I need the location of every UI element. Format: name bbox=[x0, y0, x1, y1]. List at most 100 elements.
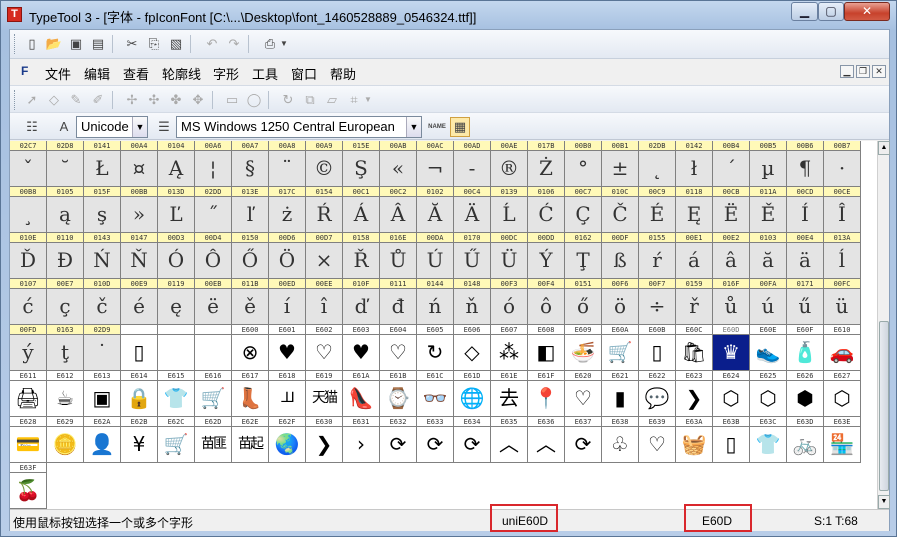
toolbar-grip[interactable] bbox=[14, 90, 17, 110]
glyph-cell[interactable]: E633 ⟳ bbox=[417, 417, 454, 463]
glyph-cell[interactable]: 0158 Ř bbox=[343, 233, 380, 279]
glyph-cell[interactable]: E63E 🏪 bbox=[824, 417, 861, 463]
glyph-cell[interactable]: 0155 ŕ bbox=[639, 233, 676, 279]
glyph-cell[interactable]: 00F3 ó bbox=[491, 279, 528, 325]
glyph-cell[interactable]: 0144 ń bbox=[417, 279, 454, 325]
glyph-cell[interactable]: E63F 🍒 bbox=[10, 463, 47, 509]
encoding-icon[interactable]: A bbox=[54, 117, 74, 137]
glyph-cell[interactable] bbox=[195, 325, 232, 371]
glyph-cell[interactable]: E615 👕 bbox=[158, 371, 195, 417]
glyph-cell[interactable]: 00E7 ç bbox=[47, 279, 84, 325]
glyph-cell[interactable]: 00B7 · bbox=[824, 141, 861, 187]
glyph-cell[interactable]: 0118 Ę bbox=[676, 187, 713, 233]
glyph-cell[interactable]: E611 🖨 bbox=[10, 371, 47, 417]
glyph-cell[interactable]: 00AE ® bbox=[491, 141, 528, 187]
glyph-cell[interactable]: 0111 đ bbox=[380, 279, 417, 325]
glyph-cell[interactable]: E617 👢 bbox=[232, 371, 269, 417]
glyph-cell[interactable]: 00DC Ü bbox=[491, 233, 528, 279]
menu-glyph[interactable]: 字形 bbox=[213, 64, 239, 83]
glyph-cell[interactable]: 015F ş bbox=[84, 187, 121, 233]
maximize-button[interactable]: ▢ bbox=[818, 2, 844, 21]
glyph-cell[interactable]: E62E 苗起 bbox=[232, 417, 269, 463]
glyph-cell[interactable]: E63B ▯ bbox=[713, 417, 750, 463]
glyph-cell[interactable]: 00C4 Ä bbox=[454, 187, 491, 233]
transform-dropdown-icon[interactable]: ▼ bbox=[362, 90, 374, 110]
glyph-cell[interactable]: 00F7 ÷ bbox=[639, 279, 676, 325]
glyph-cell[interactable]: E61E 去 bbox=[491, 371, 528, 417]
glyph-cell[interactable]: 0141 Ł bbox=[84, 141, 121, 187]
glyph-cell[interactable] bbox=[158, 325, 195, 371]
open-folder-icon[interactable]: 📂 bbox=[44, 34, 64, 54]
minimize-button[interactable]: ▁ bbox=[791, 2, 818, 21]
glyph-cell[interactable]: E631 › bbox=[343, 417, 380, 463]
vertical-scrollbar[interactable]: ▲ ▼ bbox=[877, 141, 890, 509]
glyph-cell[interactable]: 017B Ż bbox=[528, 141, 565, 187]
add-node-icon[interactable]: ✢ bbox=[122, 90, 142, 110]
glyph-cell[interactable]: E63D 🚲 bbox=[787, 417, 824, 463]
glyph-cell[interactable]: E604 ♡ bbox=[380, 325, 417, 371]
glyph-cell[interactable]: E61F 📍 bbox=[528, 371, 565, 417]
glyph-cell[interactable]: 00C7 Ç bbox=[565, 187, 602, 233]
glyph-cell[interactable]: E62C 🛒 bbox=[158, 417, 195, 463]
glyph-cell[interactable]: 00FC ü bbox=[824, 279, 861, 325]
scroll-thumb[interactable] bbox=[879, 321, 889, 491]
glyph-cell[interactable]: 00DF ß bbox=[602, 233, 639, 279]
glyph-cell[interactable]: E628 💳 bbox=[10, 417, 47, 463]
glyph-cell[interactable]: E626 ⬢ bbox=[787, 371, 824, 417]
glyph-cell[interactable]: 00FD ý bbox=[10, 325, 47, 371]
glyph-cell[interactable]: 00A6 ¦ bbox=[195, 141, 232, 187]
glyph-cell[interactable]: 00A8 ¨ bbox=[269, 141, 306, 187]
copy-icon[interactable]: ⎘ bbox=[144, 34, 164, 54]
glyph-cell[interactable]: 00DD Ý bbox=[528, 233, 565, 279]
glyph-cell[interactable]: E635 ︿ bbox=[491, 417, 528, 463]
glyph-cell[interactable]: E618 ⅃⅃ bbox=[269, 371, 306, 417]
glyph-cell[interactable]: 00D3 Ó bbox=[158, 233, 195, 279]
glyph-cell[interactable]: 0105 ą bbox=[47, 187, 84, 233]
glyph-cell[interactable]: 00EE î bbox=[306, 279, 343, 325]
glyph-cell[interactable]: 00E9 é bbox=[121, 279, 158, 325]
glyph-cell[interactable]: E60F 🧴 bbox=[787, 325, 824, 371]
glyph-cell[interactable]: E62F 🌏 bbox=[269, 417, 306, 463]
mdi-close-icon[interactable]: ✕ bbox=[872, 65, 886, 78]
glyph-cell[interactable]: 02D8 ˘ bbox=[47, 141, 84, 187]
scroll-up-icon[interactable]: ▲ bbox=[878, 141, 890, 155]
scroll-down-icon[interactable]: ▼ bbox=[878, 495, 890, 509]
glyph-cell[interactable]: E60B ▯ bbox=[639, 325, 676, 371]
glyph-cell[interactable]: 00C2 Â bbox=[380, 187, 417, 233]
glyph-cell[interactable]: E609 🍜 bbox=[565, 325, 602, 371]
glyph-cell[interactable]: 00E1 á bbox=[676, 233, 713, 279]
glyph-cell[interactable]: 00B5 µ bbox=[750, 141, 787, 187]
glyph-cell[interactable]: 00BB » bbox=[121, 187, 158, 233]
glyph-cell[interactable]: 00AB « bbox=[380, 141, 417, 187]
glyph-cell[interactable]: 0119 ę bbox=[158, 279, 195, 325]
glyph-cell[interactable]: E639 ♡ bbox=[639, 417, 676, 463]
chevron-down-icon[interactable]: ▼ bbox=[406, 117, 421, 137]
glyph-cell[interactable]: 016E Ů bbox=[380, 233, 417, 279]
glyph-cell[interactable]: E602 ♡ bbox=[306, 325, 343, 371]
glyph-cell[interactable]: 00D6 Ö bbox=[269, 233, 306, 279]
chevron-down-icon[interactable]: ▼ bbox=[132, 117, 147, 137]
glyph-cell[interactable]: 0154 Ŕ bbox=[306, 187, 343, 233]
glyph-cell[interactable]: E629 🪙 bbox=[47, 417, 84, 463]
glyph-cell[interactable]: E624 ⬡ bbox=[713, 371, 750, 417]
glyph-cell[interactable]: E62A 👤 bbox=[84, 417, 121, 463]
glyph-cell[interactable]: E619 天猫 bbox=[306, 371, 343, 417]
eraser-tool-icon[interactable]: ◇ bbox=[44, 90, 64, 110]
name-view-button[interactable]: NAME bbox=[426, 117, 448, 137]
codepage-select[interactable]: MS Windows 1250 Central European ▼ bbox=[176, 116, 422, 138]
glyph-cell[interactable]: E620 ♡ bbox=[565, 371, 602, 417]
glyph-cell[interactable]: E613 ▣ bbox=[84, 371, 121, 417]
glyph-cell[interactable]: 00D4 Ô bbox=[195, 233, 232, 279]
glyph-cell[interactable]: E625 ⬡ bbox=[750, 371, 787, 417]
glyph-cell[interactable]: 0171 ű bbox=[787, 279, 824, 325]
glyph-cell[interactable]: 00C1 Á bbox=[343, 187, 380, 233]
glyph-cell[interactable]: 013D Ľ bbox=[158, 187, 195, 233]
glyph-cell[interactable]: E607 ⁂ bbox=[491, 325, 528, 371]
glyph-cell[interactable]: E610 🚗 bbox=[824, 325, 861, 371]
glyph-cell[interactable]: 00B4 ´ bbox=[713, 141, 750, 187]
glyph-cell[interactable]: 010E Ď bbox=[10, 233, 47, 279]
glyph-cell[interactable]: 016F ů bbox=[713, 279, 750, 325]
glyph-cell[interactable]: 00A9 © bbox=[306, 141, 343, 187]
paste-icon[interactable]: ▧ bbox=[166, 34, 186, 54]
glyph-cell[interactable]: 00B6 ¶ bbox=[787, 141, 824, 187]
